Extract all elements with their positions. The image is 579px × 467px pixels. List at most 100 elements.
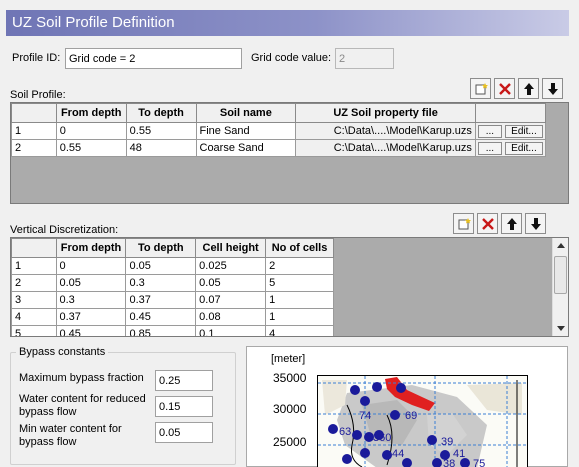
map-point-label: 75: [473, 458, 485, 467]
to-depth-cell[interactable]: 0.05: [125, 257, 197, 275]
vert-col-cells[interactable]: No of cells: [265, 238, 334, 258]
row-number[interactable]: 1: [11, 257, 57, 275]
row-number[interactable]: 2: [11, 139, 57, 157]
to-depth-cell[interactable]: 0.55: [125, 122, 197, 140]
soil-profile-grid: From depth To depth Soil name UZ Soil pr…: [10, 102, 569, 204]
vertical-grid-scrollbar[interactable]: [552, 238, 568, 336]
wc-reduced-bypass-label-line2: bypass flow: [19, 406, 77, 418]
no-of-cells-cell[interactable]: 4: [265, 325, 334, 336]
cell-height-cell[interactable]: 0.1: [195, 325, 267, 336]
vert-delete-row-button[interactable]: [477, 213, 498, 234]
max-bypass-fraction-label: Maximum bypass fraction: [19, 372, 144, 384]
max-bypass-fraction-input[interactable]: [155, 370, 213, 391]
soil-name-cell[interactable]: Fine Sand: [195, 122, 297, 140]
vert-col-from[interactable]: From depth: [55, 238, 127, 258]
soil-col-file[interactable]: UZ Soil property file: [295, 103, 476, 123]
to-depth-cell[interactable]: 0.85: [125, 325, 197, 336]
map-point-label: 74: [359, 410, 371, 422]
row-actions: ... Edit...: [474, 139, 547, 157]
from-depth-cell[interactable]: 0.37: [55, 308, 127, 326]
to-depth-cell[interactable]: 0.45: [125, 308, 197, 326]
arrow-down-icon: [547, 82, 558, 95]
vert-col-to[interactable]: To depth: [125, 238, 197, 258]
browse-button[interactable]: ...: [477, 141, 502, 155]
catchment-map: 69 74 63 360 39 44 41 38 75: [317, 375, 528, 467]
to-depth-cell[interactable]: 0.37: [125, 291, 197, 309]
from-depth-cell[interactable]: 0.3: [55, 291, 127, 309]
edit-button[interactable]: Edit...: [504, 141, 543, 155]
vert-add-row-button[interactable]: [453, 213, 474, 234]
row-number[interactable]: 3: [11, 291, 57, 309]
scroll-down-arrow-icon[interactable]: [553, 321, 568, 336]
soil-col-to[interactable]: To depth: [125, 103, 197, 123]
row-number[interactable]: 5: [11, 325, 57, 336]
grid-code-value-label: Grid code value:: [251, 52, 332, 64]
vert-row[interactable]: 1 0 0.05 0.025 2: [11, 257, 334, 275]
vert-move-down-button[interactable]: [525, 213, 546, 234]
from-depth-cell[interactable]: 0: [55, 122, 127, 140]
map-unit-label: [meter]: [271, 353, 306, 365]
from-depth-cell[interactable]: 0.05: [55, 274, 127, 292]
cell-height-cell[interactable]: 0.07: [195, 291, 267, 309]
soil-col-actions: [474, 103, 547, 123]
map-point-label: 39: [441, 436, 453, 448]
map-point-label: 69: [405, 410, 417, 422]
scroll-up-arrow-icon[interactable]: [553, 238, 568, 253]
scroll-thumb[interactable]: [554, 256, 567, 294]
no-of-cells-cell[interactable]: 2: [265, 257, 334, 275]
row-number[interactable]: 1: [11, 122, 57, 140]
map-y-tick: 35000: [273, 371, 307, 385]
from-depth-cell[interactable]: 0: [55, 257, 127, 275]
vert-row[interactable]: 2 0.05 0.3 0.05 5: [11, 274, 334, 292]
soil-add-row-button[interactable]: [470, 78, 491, 99]
cell-height-cell[interactable]: 0.05: [195, 274, 267, 292]
vert-col-height[interactable]: Cell height: [195, 238, 267, 258]
row-number[interactable]: 4: [11, 308, 57, 326]
wc-reduced-bypass-label-line1: Water content for reduced: [19, 393, 146, 405]
map-point-label: 63: [339, 426, 351, 438]
soil-col-name[interactable]: Soil name: [195, 103, 297, 123]
arrow-up-icon: [506, 217, 517, 230]
to-depth-cell[interactable]: 0.3: [125, 274, 197, 292]
soil-delete-row-button[interactable]: [494, 78, 515, 99]
vert-move-up-button[interactable]: [501, 213, 522, 234]
profile-id-input[interactable]: [65, 48, 242, 69]
vert-corner-header: [11, 238, 57, 258]
vertical-toolbar: [453, 213, 546, 234]
soil-move-down-button[interactable]: [542, 78, 563, 99]
wc-reduced-bypass-input[interactable]: [155, 396, 213, 417]
map-y-tick: 30000: [273, 402, 307, 416]
no-of-cells-cell[interactable]: 1: [265, 291, 334, 309]
soil-corner-header: [11, 103, 57, 123]
to-depth-cell[interactable]: 48: [125, 139, 197, 157]
soil-col-from[interactable]: From depth: [55, 103, 127, 123]
soil-move-up-button[interactable]: [518, 78, 539, 99]
delete-icon: [481, 217, 494, 230]
cell-height-cell[interactable]: 0.08: [195, 308, 267, 326]
map-preview[interactable]: [meter] 35000 30000 25000 69 74 63 360 3…: [246, 346, 568, 467]
browse-button[interactable]: ...: [477, 124, 502, 138]
row-number[interactable]: 2: [11, 274, 57, 292]
min-wc-bypass-label-line2: bypass flow: [19, 436, 77, 448]
cell-height-cell[interactable]: 0.025: [195, 257, 267, 275]
grid-code-value-input: [335, 48, 394, 69]
delete-icon: [498, 82, 511, 95]
bypass-constants-title: Bypass constants: [16, 346, 109, 358]
soil-file-cell[interactable]: C:\Data\....\Model\Karup.uzs: [295, 122, 476, 140]
vert-row[interactable]: 4 0.37 0.45 0.08 1: [11, 308, 334, 326]
soil-row[interactable]: 2 0.55 48 Coarse Sand C:\Data\....\Model…: [11, 139, 547, 157]
edit-button[interactable]: Edit...: [504, 124, 543, 138]
no-of-cells-cell[interactable]: 1: [265, 308, 334, 326]
soil-row[interactable]: 1 0 0.55 Fine Sand C:\Data\....\Model\Ka…: [11, 122, 547, 140]
new-row-icon: [458, 217, 471, 229]
from-depth-cell[interactable]: 0.55: [55, 139, 127, 157]
from-depth-cell[interactable]: 0.45: [55, 325, 127, 336]
min-wc-bypass-label-line1: Min water content for: [19, 423, 122, 435]
soil-file-cell[interactable]: C:\Data\....\Model\Karup.uzs: [295, 139, 476, 157]
map-point-label: 44: [392, 448, 404, 460]
min-wc-bypass-input[interactable]: [155, 422, 213, 443]
soil-name-cell[interactable]: Coarse Sand: [195, 139, 297, 157]
vert-row[interactable]: 3 0.3 0.37 0.07 1: [11, 291, 334, 309]
no-of-cells-cell[interactable]: 5: [265, 274, 334, 292]
vert-row[interactable]: 5 0.45 0.85 0.1 4: [11, 325, 334, 336]
